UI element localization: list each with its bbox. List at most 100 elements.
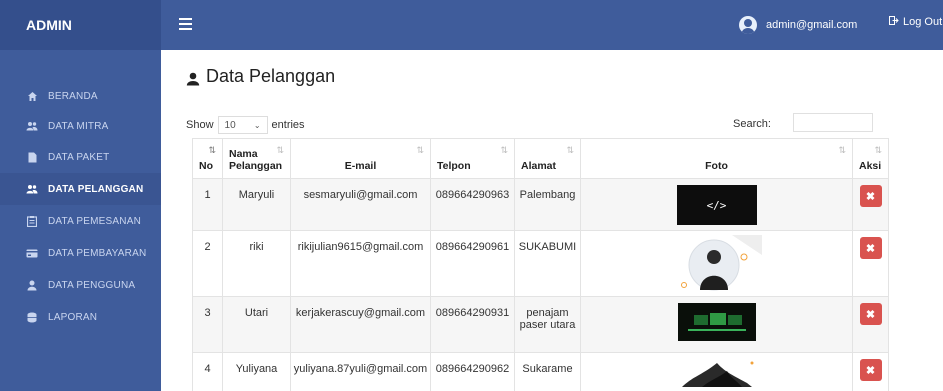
- cell-aksi: ✖: [852, 178, 889, 231]
- user-icon: [186, 70, 200, 85]
- sidebar-item-label: DATA PEMBAYARAN: [48, 247, 147, 259]
- cell-aksi: ✖: [852, 296, 889, 353]
- cell-alamat: Sukarame: [514, 352, 581, 391]
- sort-icon: ⇅: [566, 145, 574, 155]
- delete-button[interactable]: ✖: [859, 359, 882, 381]
- avatar: [739, 16, 757, 34]
- database-icon: [26, 311, 38, 323]
- table-row: 1 Maryuli sesmaryuli@gmail.com 089664290…: [192, 178, 889, 231]
- sort-icon: ⇅: [500, 145, 508, 155]
- cell-telpon: 089664290963: [430, 178, 515, 231]
- top-navbar: admin@gmail.com Log Out: [161, 0, 943, 50]
- entries-label: entries: [271, 119, 305, 131]
- logout-label: Log Out: [903, 16, 943, 28]
- cell-no: 4: [192, 352, 223, 391]
- cell-email: sesmaryuli@gmail.com: [290, 178, 431, 231]
- customer-table: ⇅ No ⇅ Nama Pelanggan ⇅ E-mail ⇅ Telpon …: [192, 138, 889, 391]
- sidebar-item-label: DATA PEMESANAN: [48, 215, 142, 227]
- sidebar-item-label: DATA PENGGUNA: [48, 279, 136, 291]
- sidebar-item-label: DATA PAKET: [48, 151, 110, 163]
- table-row: 4 Yuliyana yuliyana.87yuli@gmail.com 089…: [192, 352, 889, 391]
- cell-email: yuliyana.87yuli@gmail.com: [290, 352, 431, 391]
- cell-email: kerjakerascuy@gmail.com: [290, 296, 431, 353]
- table-row: 2 riki rikijulian9615@gmail.com 08966429…: [192, 230, 889, 297]
- cell-telpon: 089664290931: [430, 296, 515, 353]
- delete-button[interactable]: ✖: [859, 303, 882, 325]
- delete-button[interactable]: ✖: [859, 185, 882, 207]
- entries-value: 10: [224, 119, 236, 131]
- column-header-alamat[interactable]: ⇅ Alamat: [514, 138, 581, 179]
- sign-out-icon: [889, 16, 899, 28]
- sidebar-item-label: DATA MITRA: [48, 120, 109, 132]
- cell-nama: Maryuli: [222, 178, 291, 231]
- column-header-nama[interactable]: ⇅ Nama Pelanggan: [222, 138, 291, 179]
- cell-foto: [580, 352, 853, 391]
- column-header-telpon[interactable]: ⇅ Telpon: [430, 138, 515, 179]
- user-email: admin@gmail.com: [766, 19, 858, 31]
- cell-alamat: penajam paser utara: [514, 296, 581, 353]
- sidebar-item-label: LAPORAN: [48, 311, 98, 323]
- sort-icon: ⇅: [874, 145, 882, 155]
- cell-nama: riki: [222, 230, 291, 297]
- cell-nama: Yuliyana: [222, 352, 291, 391]
- sort-asc-icon: ⇅: [208, 145, 216, 155]
- clipboard-icon: [26, 215, 38, 227]
- sidebar-item-laporan[interactable]: LAPORAN: [0, 301, 161, 333]
- code-icon: </>: [706, 198, 727, 212]
- cell-email: rikijulian9615@gmail.com: [290, 230, 431, 297]
- brand-title: ADMIN: [0, 0, 161, 50]
- cell-aksi: ✖: [852, 230, 889, 297]
- column-header-aksi[interactable]: ⇅ Aksi: [852, 138, 889, 179]
- page-title-text: Data Pelanggan: [206, 66, 336, 86]
- cell-alamat: SUKABUMI: [514, 230, 581, 297]
- sidebar-item-label: BERANDA: [48, 90, 98, 102]
- sidebar-item-data-pemesanan[interactable]: DATA PEMESANAN: [0, 205, 161, 237]
- column-header-email[interactable]: ⇅ E-mail: [290, 138, 431, 179]
- cell-foto: [580, 230, 853, 297]
- cell-telpon: 089664290961: [430, 230, 515, 297]
- table-header-row: ⇅ No ⇅ Nama Pelanggan ⇅ E-mail ⇅ Telpon …: [192, 138, 889, 179]
- cell-nama: Utari: [222, 296, 291, 353]
- customer-photo: [672, 357, 762, 387]
- customer-photo: </>: [676, 185, 757, 225]
- sort-icon: ⇅: [276, 145, 284, 155]
- sort-icon: ⇅: [838, 145, 846, 155]
- customer-photo: [677, 303, 756, 341]
- column-header-foto[interactable]: ⇅ Foto: [580, 138, 853, 179]
- user-menu[interactable]: admin@gmail.com: [739, 16, 857, 34]
- sort-icon: ⇅: [416, 145, 424, 155]
- cell-aksi: ✖: [852, 352, 889, 391]
- cell-alamat: Palembang: [514, 178, 581, 231]
- column-header-no[interactable]: ⇅ No: [192, 138, 223, 179]
- sidebar-item-data-pengguna[interactable]: DATA PENGGUNA: [0, 269, 161, 301]
- customer-photo: [671, 235, 762, 291]
- cell-no: 1: [192, 178, 223, 231]
- file-icon: [26, 151, 38, 163]
- sidebar-item-beranda[interactable]: BERANDA: [0, 80, 161, 112]
- cell-no: 2: [192, 230, 223, 297]
- delete-button[interactable]: ✖: [859, 237, 882, 259]
- chevron-down-icon: ⌄: [253, 120, 261, 130]
- logout-button[interactable]: Log Out: [889, 16, 942, 28]
- home-icon: [26, 90, 38, 102]
- page-title: Data Pelanggan: [186, 66, 335, 87]
- cell-telpon: 089664290962: [430, 352, 515, 391]
- users-icon: [26, 183, 38, 195]
- sidebar-item-data-paket[interactable]: DATA PAKET: [0, 141, 161, 173]
- search-label: Search:: [733, 118, 771, 130]
- sidebar-item-label: DATA PELANGGAN: [48, 183, 144, 195]
- cell-no: 3: [192, 296, 223, 353]
- show-label: Show: [186, 119, 214, 131]
- entries-select[interactable]: 10 ⌄: [217, 116, 268, 134]
- sidebar-item-data-pelanggan[interactable]: DATA PELANGGAN: [0, 173, 161, 205]
- sidebar-item-data-mitra[interactable]: DATA MITRA: [0, 110, 161, 142]
- search-input[interactable]: [793, 113, 873, 132]
- cell-foto: [580, 296, 853, 353]
- sidebar: ADMIN BERANDA DATA MITRA DATA PAKET DATA…: [0, 0, 161, 391]
- menu-toggle-icon[interactable]: [179, 18, 192, 30]
- user-icon: [26, 279, 38, 291]
- sidebar-item-data-pembayaran[interactable]: DATA PEMBAYARAN: [0, 237, 161, 269]
- length-control: Show 10 ⌄ entries: [186, 116, 305, 134]
- users-icon: [26, 120, 38, 132]
- credit-card-icon: [26, 247, 38, 259]
